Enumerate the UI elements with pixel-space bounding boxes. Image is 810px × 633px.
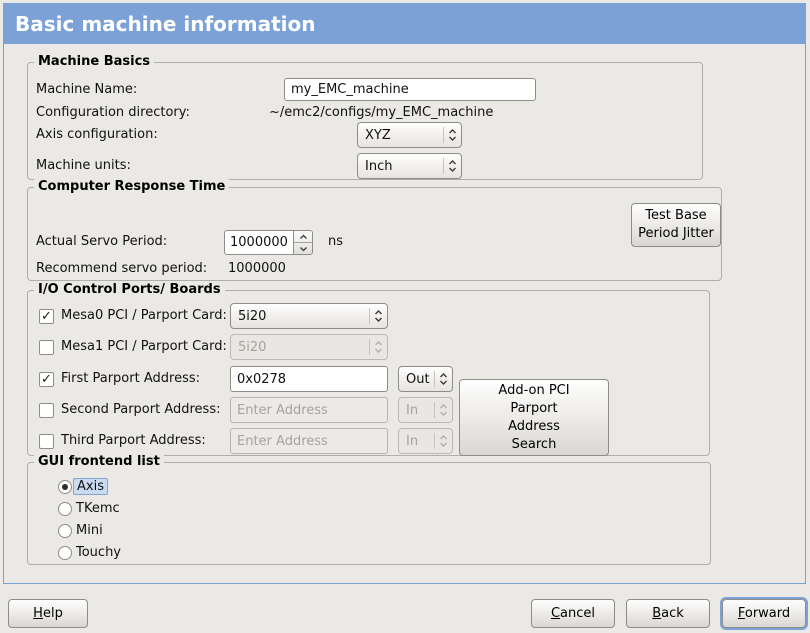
mesa1-card-combobox: 5i20	[230, 334, 388, 360]
mesa1-checkbox[interactable]	[39, 340, 54, 355]
servo-period-label: Actual Servo Period:	[36, 234, 167, 250]
machine-units-value: Inch	[358, 159, 443, 174]
second-parport-direction-value: In	[399, 403, 434, 418]
third-parport-checkbox[interactable]	[39, 434, 54, 449]
machine-basics-group: Machine Basics Machine Name: Configurati…	[27, 62, 703, 180]
radio-mini-label[interactable]: Mini	[76, 523, 103, 539]
third-parport-direction-combobox: In	[398, 428, 453, 454]
radio-mini[interactable]	[58, 524, 72, 538]
servo-period-spinner[interactable]	[224, 230, 313, 255]
first-parport-direction-combobox[interactable]: Out	[398, 366, 453, 392]
updown-chevron-icon	[435, 434, 452, 448]
second-parport-address-input	[230, 397, 388, 423]
third-parport-direction-value: In	[399, 434, 434, 449]
mesa1-card-value: 5i20	[231, 340, 369, 355]
response-time-group-title: Computer Response Time	[34, 179, 229, 195]
mesa0-card-combobox[interactable]: 5i20	[230, 303, 388, 329]
help-button[interactable]: Help	[8, 599, 88, 628]
response-time-group: Computer Response Time Test Base Period …	[27, 187, 722, 281]
first-parport-label[interactable]: First Parport Address:	[61, 371, 200, 387]
updown-chevron-icon	[370, 309, 387, 323]
recommend-period-label: Recommend servo period:	[36, 261, 207, 277]
servo-period-units: ns	[328, 234, 343, 250]
config-dir-label: Configuration directory:	[36, 105, 190, 121]
updown-chevron-icon	[435, 403, 452, 417]
radio-touchy[interactable]	[58, 546, 72, 560]
radio-touchy-label[interactable]: Touchy	[76, 545, 121, 561]
second-parport-direction-combobox: In	[398, 397, 453, 423]
machine-name-label: Machine Name:	[36, 82, 137, 98]
wizard-window: Basic machine information Machine Basics…	[0, 0, 810, 633]
servo-period-input[interactable]	[225, 231, 293, 254]
machine-basics-group-title: Machine Basics	[34, 54, 154, 70]
addon-pci-parport-search-button[interactable]: Add-on PCI Parport Address Search	[459, 379, 609, 456]
gui-frontend-group-title: GUI frontend list	[34, 454, 164, 470]
config-dir-value: ~/emc2/configs/my_EMC_machine	[269, 105, 493, 121]
machine-name-input[interactable]	[284, 78, 536, 101]
first-parport-checkbox[interactable]	[39, 372, 54, 387]
radio-tkemc[interactable]	[58, 502, 72, 516]
cancel-button[interactable]: Cancel	[531, 599, 615, 628]
third-parport-label[interactable]: Third Parport Address:	[61, 433, 206, 449]
updown-chevron-icon	[435, 372, 452, 386]
first-parport-direction-value: Out	[399, 372, 434, 387]
forward-button[interactable]: Forward	[722, 599, 806, 628]
third-parport-address-input	[230, 428, 388, 454]
axis-config-label: Axis configuration:	[36, 127, 158, 143]
second-parport-label[interactable]: Second Parport Address:	[61, 402, 220, 418]
mesa0-label[interactable]: Mesa0 PCI / Parport Card:	[61, 308, 227, 324]
first-parport-address-input[interactable]	[230, 366, 388, 392]
radio-axis[interactable]	[58, 480, 72, 494]
recommend-period-value: 1000000	[228, 261, 286, 277]
axis-config-combobox[interactable]: XYZ	[357, 122, 462, 148]
spin-up-icon[interactable]	[294, 231, 312, 243]
page-header: Basic machine information	[4, 4, 805, 44]
spin-down-icon[interactable]	[294, 243, 312, 254]
axis-config-value: XYZ	[358, 128, 443, 143]
machine-units-label: Machine units:	[36, 158, 131, 174]
machine-units-combobox[interactable]: Inch	[357, 153, 462, 179]
io-ports-group-title: I/O Control Ports/ Boards	[34, 282, 225, 298]
mesa0-checkbox[interactable]	[39, 309, 54, 324]
updown-chevron-icon	[444, 159, 461, 173]
mesa0-card-value: 5i20	[231, 309, 369, 324]
back-button[interactable]: Back	[626, 599, 710, 628]
io-ports-group: I/O Control Ports/ Boards Mesa0 PCI / Pa…	[27, 290, 710, 456]
mesa1-label[interactable]: Mesa1 PCI / Parport Card:	[61, 339, 227, 355]
radio-axis-label[interactable]: Axis	[76, 479, 108, 495]
page-title: Basic machine information	[15, 12, 316, 36]
updown-chevron-icon	[444, 128, 461, 142]
radio-tkemc-label[interactable]: TKemc	[76, 501, 120, 517]
second-parport-checkbox[interactable]	[39, 403, 54, 418]
test-base-period-jitter-button[interactable]: Test Base Period Jitter	[631, 203, 721, 247]
gui-frontend-group: GUI frontend list Axis TKemc Mini Touchy	[27, 462, 711, 565]
updown-chevron-icon	[370, 340, 387, 354]
